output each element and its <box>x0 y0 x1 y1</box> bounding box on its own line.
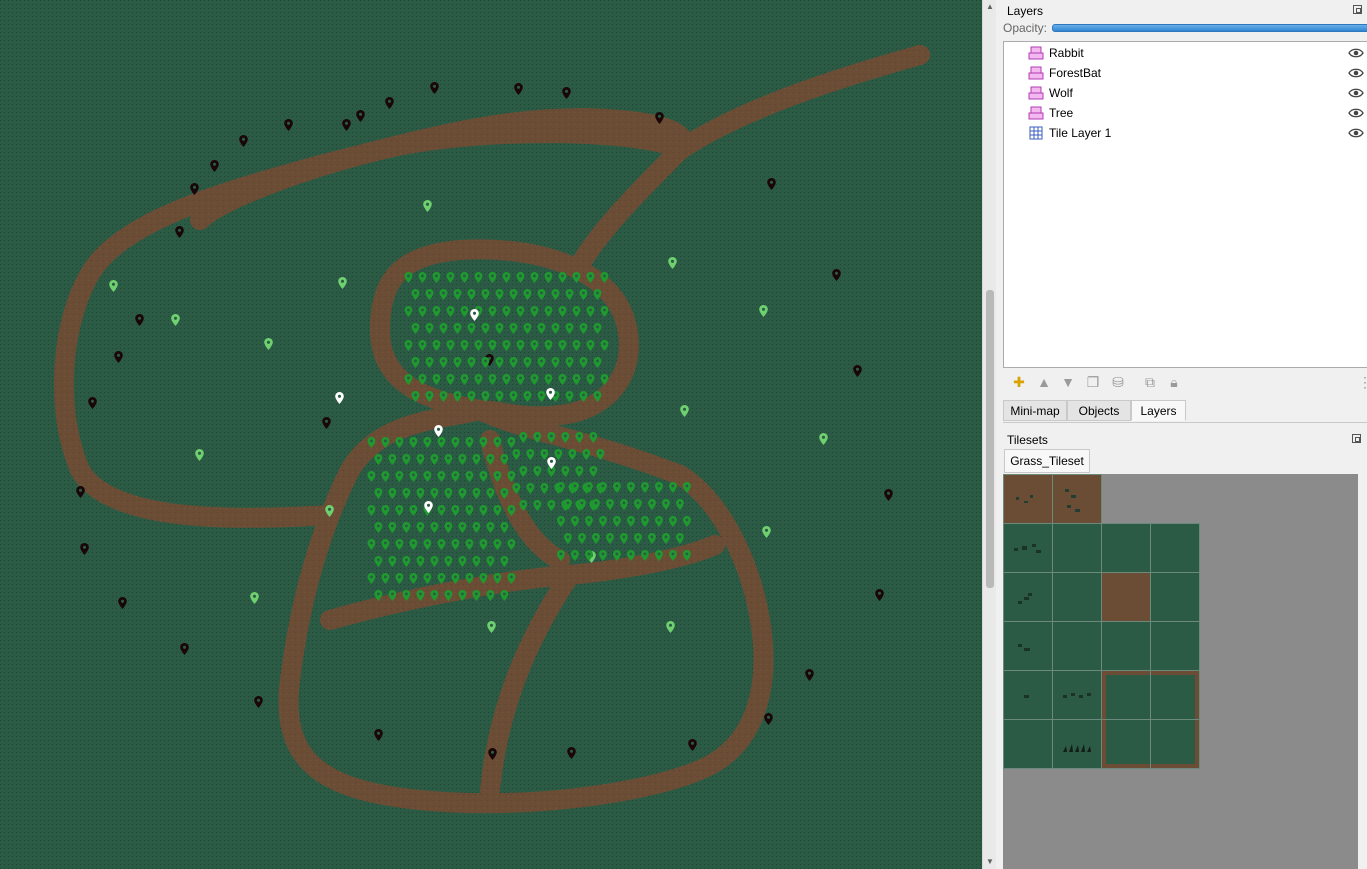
layer-name: Tree <box>1049 106 1074 120</box>
layer-list[interactable]: Rabbit ForestBat Wolf Tree Tile Layer 1 <box>1003 41 1367 368</box>
scrollbar-thumb[interactable] <box>986 290 994 588</box>
tile-grass-edge-tl[interactable] <box>1101 670 1151 720</box>
object-layer-icon <box>1028 106 1044 120</box>
tile-layer-icon <box>1029 126 1043 140</box>
tile-dirt-patch[interactable] <box>1100 572 1152 622</box>
tilesets-panel-title: Tilesets <box>1007 433 1048 447</box>
layer-name: Rabbit <box>1049 46 1084 60</box>
tab-objects[interactable]: Objects <box>1067 400 1131 421</box>
tile-grass-edge-tr[interactable] <box>1150 670 1200 720</box>
tile-grass-edge-br[interactable] <box>1150 719 1200 769</box>
tile-dirt-grass-2[interactable] <box>1052 474 1102 524</box>
tile-grass-plain-5[interactable] <box>1150 572 1200 622</box>
tileset-view[interactable] <box>1003 474 1358 869</box>
opacity-label: Opacity: <box>1003 21 1048 35</box>
scroll-up-arrow-icon[interactable]: ▲ <box>983 0 997 14</box>
raise-layer-icon[interactable]: ▲ <box>1034 372 1054 392</box>
lock-icon[interactable]: 🔒︎ <box>1164 372 1184 392</box>
lower-layer-icon[interactable]: ▼ <box>1058 372 1078 392</box>
tile-grass-tall[interactable] <box>1052 719 1102 769</box>
layer-row-rabbit[interactable]: Rabbit <box>1004 43 1367 63</box>
object-layer-icon <box>1028 86 1044 100</box>
duplicate-layer-icon[interactable]: ❐ <box>1083 372 1103 392</box>
tileset-tab-grass[interactable]: Grass_Tileset <box>1004 449 1090 473</box>
object-layer-icon <box>1028 66 1044 80</box>
layer-row-wolf[interactable]: Wolf <box>1004 83 1367 103</box>
tile-grass-tuft-5[interactable] <box>1052 670 1102 720</box>
tile-grass-plain-6[interactable] <box>1052 621 1102 671</box>
layer-row-tree[interactable]: Tree <box>1004 103 1367 123</box>
layer-name: Wolf <box>1049 86 1073 100</box>
map-vertical-scrollbar[interactable]: ▲ ▼ <box>982 0 997 869</box>
layer-row-forestbat[interactable]: ForestBat <box>1004 63 1367 83</box>
eye-icon[interactable] <box>1348 67 1364 79</box>
scroll-down-arrow-icon[interactable]: ▼ <box>983 855 997 869</box>
map-canvas[interactable] <box>0 0 982 869</box>
map-drawing <box>0 0 982 869</box>
tile-grass-plain-7[interactable] <box>1101 621 1151 671</box>
eye-icon[interactable] <box>1348 107 1364 119</box>
layer-name: Tile Layer 1 <box>1049 126 1112 140</box>
eye-icon[interactable] <box>1348 47 1364 59</box>
tile-grass-plain-8[interactable] <box>1150 621 1200 671</box>
overflow-icon[interactable]: ⋮ <box>1355 372 1367 392</box>
new-layer-icon[interactable]: ✚ <box>1009 372 1029 392</box>
tile-grass-plain-2[interactable] <box>1101 523 1151 573</box>
opacity-slider[interactable] <box>1052 24 1367 32</box>
tile-grass-plain-9[interactable] <box>1003 719 1053 769</box>
tile-grass-plain-3[interactable] <box>1150 523 1200 573</box>
layers-panel-title: Layers <box>1007 4 1044 18</box>
tile-grass-tuft-2[interactable] <box>1003 572 1053 622</box>
object-layer-icon <box>1028 46 1044 60</box>
tab-layers[interactable]: Layers <box>1131 400 1186 421</box>
layer-toolbar: ✚ ▲ ▼ ❐ ⛁ ⧉ 🔒︎ ⋮ <box>1003 370 1367 394</box>
tile-grass-plain-4[interactable] <box>1052 572 1102 622</box>
merge-layer-icon[interactable]: ⧉ <box>1140 372 1160 392</box>
tile-grass-tuft-1[interactable] <box>1003 523 1053 573</box>
layers-float-icon[interactable] <box>1353 5 1362 14</box>
tile-grass-tuft-3[interactable] <box>1003 621 1053 671</box>
tile-grass-edge-bl[interactable] <box>1101 719 1151 769</box>
delete-layer-icon[interactable]: ⛁ <box>1108 372 1128 392</box>
tile-grass-plain-1[interactable] <box>1052 523 1102 573</box>
eye-icon[interactable] <box>1348 127 1364 139</box>
eye-icon[interactable] <box>1348 87 1364 99</box>
right-dock: Layers Opacity: Rabbit ForestBat Wolf Tr… <box>996 0 1367 869</box>
layer-name: ForestBat <box>1049 66 1102 80</box>
tile-grass-tuft-4[interactable] <box>1003 670 1053 720</box>
tile-dirt-grass-1[interactable] <box>1003 474 1053 524</box>
layer-row-tile-layer-1[interactable]: Tile Layer 1 <box>1004 123 1367 143</box>
tab-mini-map[interactable]: Mini-map <box>1003 400 1067 421</box>
dock-tab-bar: Mini-map Objects Layers <box>1003 400 1367 423</box>
tilesets-float-icon[interactable] <box>1352 434 1361 443</box>
